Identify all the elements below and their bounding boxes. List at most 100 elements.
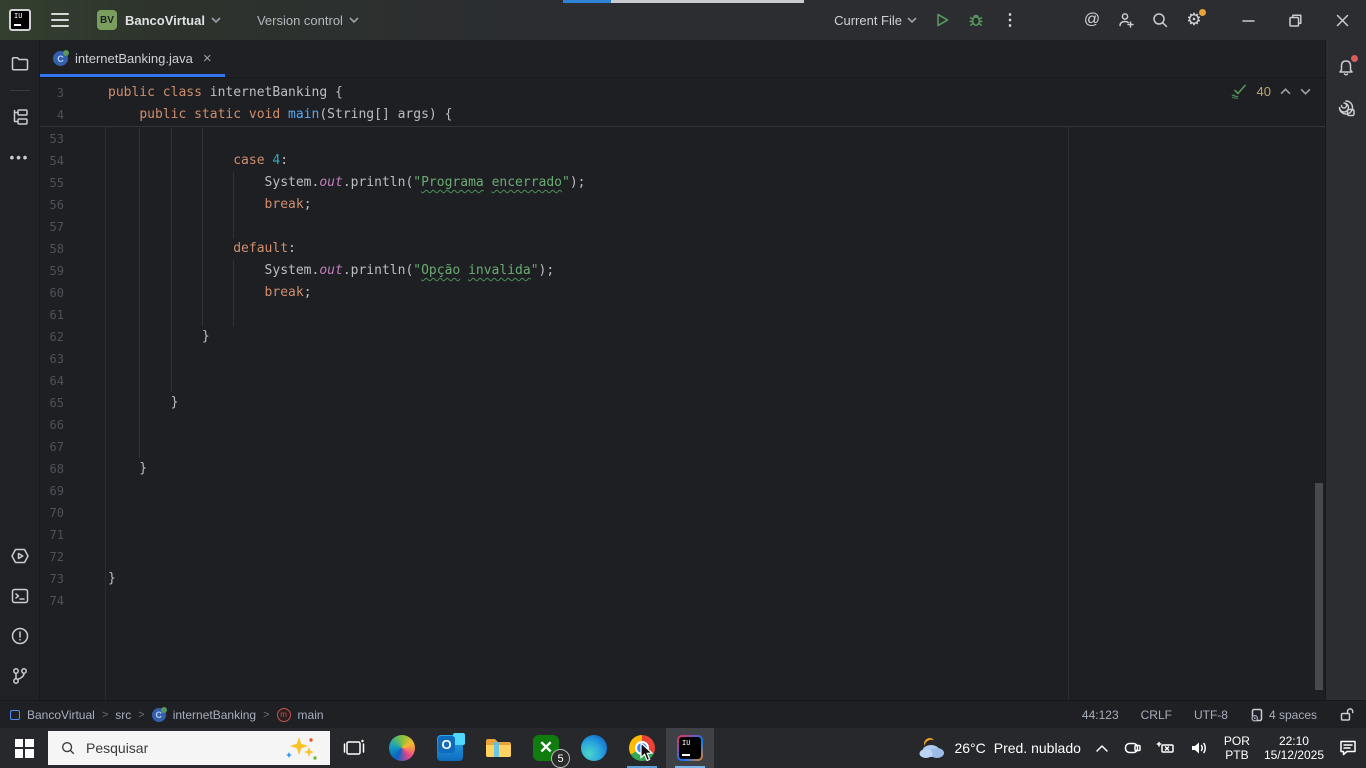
code-text[interactable]: break; [108, 194, 312, 216]
caret-position[interactable]: 44:123 [1082, 708, 1119, 722]
close-window-button[interactable] [1319, 0, 1366, 40]
more-tool-windows-button[interactable]: ••• [4, 141, 36, 173]
breadcrumb-method[interactable]: main [298, 708, 324, 722]
line-separator[interactable]: CRLF [1141, 708, 1172, 722]
indent-setting[interactable]: 4 spaces [1250, 708, 1317, 722]
clock[interactable]: 22:10 15/12/2025 [1264, 734, 1324, 762]
structure-tool-button[interactable] [4, 101, 36, 133]
vertical-scrollbar[interactable] [1315, 483, 1323, 690]
code-line[interactable]: 58 default: [40, 238, 1325, 260]
intellij-app-button[interactable]: IU [666, 728, 714, 768]
code-line[interactable]: 59 System.out.println("Opção invalida"); [40, 260, 1325, 282]
inspections-widget[interactable]: 40 [1231, 84, 1311, 99]
line-number[interactable]: 72 [40, 546, 64, 568]
minimize-button[interactable] [1225, 0, 1272, 40]
code-line[interactable]: 63 [40, 348, 1325, 370]
breadcrumb-class[interactable]: internetBanking [173, 708, 256, 722]
line-number[interactable]: 67 [40, 436, 64, 458]
code-line[interactable]: 72 [40, 546, 1325, 568]
line-number[interactable]: 55 [40, 172, 64, 194]
edge-app-button[interactable] [570, 728, 618, 768]
meet-now-icon[interactable] [1123, 740, 1142, 756]
prev-problem-chevron-icon[interactable] [1280, 88, 1291, 95]
code-text[interactable]: System.out.println("Opção invalida"); [108, 260, 555, 282]
code-text[interactable]: } [108, 568, 116, 590]
line-number[interactable]: 71 [40, 524, 64, 546]
code-line[interactable]: 3 public class internetBanking { [40, 82, 1325, 104]
code-text[interactable]: public class internetBanking { [108, 82, 343, 104]
code-text[interactable]: public static void main(String[] args) { [108, 104, 452, 126]
debug-button[interactable] [959, 5, 993, 35]
problems-tool-button[interactable] [4, 620, 36, 652]
code-text[interactable]: } [108, 392, 179, 414]
notifications-button[interactable] [1330, 52, 1362, 84]
copilot-app-button[interactable] [378, 728, 426, 768]
code-line[interactable]: 54 case 4: [40, 150, 1325, 172]
terminal-tool-button[interactable] [4, 580, 36, 612]
line-number[interactable]: 64 [40, 370, 64, 392]
code-line[interactable]: 53 [40, 128, 1325, 150]
run-configurations-dropdown[interactable]: Current File [826, 5, 925, 35]
code-line[interactable]: 73} [40, 568, 1325, 590]
breadcrumb-src[interactable]: src [115, 708, 131, 722]
code-line[interactable]: 66 [40, 414, 1325, 436]
line-number[interactable]: 4 [40, 104, 64, 126]
code-line[interactable]: 74 [40, 590, 1325, 612]
code-line[interactable]: 69 [40, 480, 1325, 502]
next-problem-chevron-icon[interactable] [1300, 88, 1311, 95]
file-encoding[interactable]: UTF-8 [1194, 708, 1228, 722]
volume-icon[interactable] [1190, 740, 1210, 756]
more-actions-button[interactable]: ⋮ [993, 5, 1027, 35]
line-number[interactable]: 63 [40, 348, 64, 370]
line-number[interactable]: 69 [40, 480, 64, 502]
line-number[interactable]: 73 [40, 568, 64, 590]
line-number[interactable]: 54 [40, 150, 64, 172]
vcs-widget[interactable]: Version control [243, 5, 367, 35]
code-line[interactable]: 67 [40, 436, 1325, 458]
battery-input-icon[interactable] [1156, 741, 1176, 755]
code-line[interactable]: 65 } [40, 392, 1325, 414]
task-view-button[interactable] [330, 728, 378, 768]
unlock-icon[interactable] [1339, 707, 1354, 722]
weather-widget[interactable]: 26°C Pred. nublado [918, 736, 1081, 760]
ai-assistant-tool-button[interactable] [1330, 92, 1362, 124]
code-line[interactable]: 71 [40, 524, 1325, 546]
taskbar-search[interactable]: Pesquisar [48, 731, 330, 765]
line-number[interactable]: 59 [40, 260, 64, 282]
line-number[interactable]: 68 [40, 458, 64, 480]
code-text[interactable]: System.out.println("Programa encerrado")… [108, 172, 586, 194]
line-number[interactable]: 60 [40, 282, 64, 304]
add-user-button[interactable] [1109, 5, 1143, 35]
code-line[interactable]: 56 break; [40, 194, 1325, 216]
vcs-tool-button[interactable] [4, 660, 36, 692]
services-tool-button[interactable] [4, 540, 36, 572]
code-line[interactable]: 62 } [40, 326, 1325, 348]
code-text[interactable]: break; [108, 282, 312, 304]
run-button[interactable] [925, 5, 959, 35]
line-number[interactable]: 53 [40, 128, 64, 150]
code-line[interactable]: 60 break; [40, 282, 1325, 304]
ai-assistant-button[interactable]: @ [1075, 5, 1109, 35]
chrome-app-button[interactable] [618, 728, 666, 768]
tab-close-icon[interactable]: × [203, 51, 212, 66]
code-editor[interactable]: 53 54 case 4: 55 System.out.println("Progr… [40, 78, 1325, 700]
settings-button[interactable]: ⚙ [1177, 5, 1211, 35]
line-number[interactable]: 61 [40, 304, 64, 326]
code-line[interactable]: 4 public static void main(String[] args)… [40, 104, 1325, 126]
language-indicator[interactable]: POR PTB [1224, 734, 1250, 762]
project-tool-button[interactable] [4, 48, 36, 80]
line-number[interactable]: 70 [40, 502, 64, 524]
file-explorer-app-button[interactable] [474, 728, 522, 768]
maximize-button[interactable] [1272, 0, 1319, 40]
code-text[interactable]: } [108, 326, 210, 348]
start-button[interactable] [0, 728, 48, 768]
tab-internetbanking-java[interactable]: C internetBanking.java × [40, 40, 225, 77]
search-everywhere-button[interactable] [1143, 5, 1177, 35]
line-number[interactable]: 58 [40, 238, 64, 260]
code-line[interactable]: 70 [40, 502, 1325, 524]
action-center-icon[interactable] [1338, 739, 1358, 757]
line-number[interactable]: 56 [40, 194, 64, 216]
line-number[interactable]: 3 [40, 82, 64, 104]
line-number[interactable]: 65 [40, 392, 64, 414]
line-number[interactable]: 62 [40, 326, 64, 348]
